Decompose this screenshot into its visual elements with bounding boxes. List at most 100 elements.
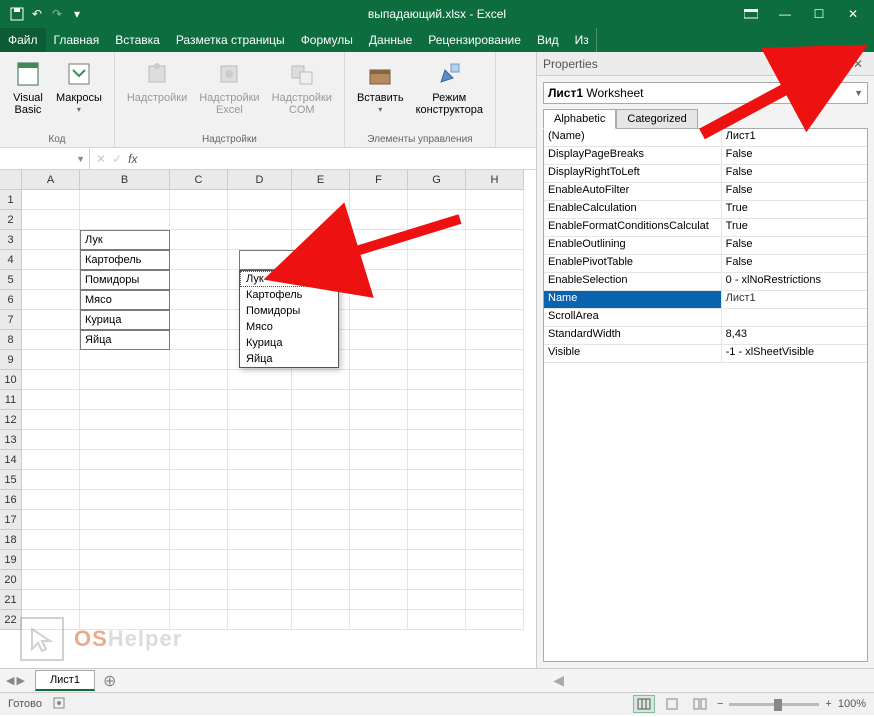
cell[interactable]	[466, 410, 524, 430]
cell[interactable]	[170, 410, 228, 430]
cell[interactable]	[408, 490, 466, 510]
tab-alphabetic[interactable]: Alphabetic	[543, 109, 616, 129]
cell[interactable]	[228, 410, 292, 430]
row-header[interactable]: 13	[0, 430, 22, 450]
cell[interactable]	[408, 530, 466, 550]
cell[interactable]	[466, 290, 524, 310]
cell[interactable]	[228, 490, 292, 510]
cell[interactable]	[170, 550, 228, 570]
property-row[interactable]: NameЛист1	[544, 291, 867, 309]
cell[interactable]	[22, 370, 80, 390]
column-header[interactable]: A	[22, 170, 80, 190]
column-header[interactable]: E	[292, 170, 350, 190]
cell[interactable]	[80, 570, 170, 590]
cell[interactable]	[408, 610, 466, 630]
cell[interactable]	[408, 470, 466, 490]
property-row[interactable]: DisplayPageBreaksFalse	[544, 147, 867, 165]
cell[interactable]	[170, 190, 228, 210]
property-row[interactable]: EnableSelection0 - xlNoRestrictions	[544, 273, 867, 291]
property-value[interactable]: False	[722, 165, 867, 182]
menu-page-layout[interactable]: Разметка страницы	[168, 28, 293, 52]
property-row[interactable]: EnablePivotTableFalse	[544, 255, 867, 273]
cell[interactable]	[228, 190, 292, 210]
data-cell[interactable]: Лук	[80, 230, 170, 250]
cell[interactable]	[228, 230, 292, 250]
cell[interactable]	[80, 370, 170, 390]
cell[interactable]	[228, 550, 292, 570]
cell[interactable]	[22, 450, 80, 470]
cell[interactable]	[22, 290, 80, 310]
row-header[interactable]: 22	[0, 610, 22, 630]
row-header[interactable]: 3	[0, 230, 22, 250]
column-header[interactable]: D	[228, 170, 292, 190]
cell[interactable]	[170, 390, 228, 410]
cell[interactable]	[408, 390, 466, 410]
menu-data[interactable]: Данные	[361, 28, 420, 52]
cell[interactable]	[466, 250, 524, 270]
row-header[interactable]: 5	[0, 270, 22, 290]
name-box[interactable]: ▼	[0, 148, 90, 169]
macros-button[interactable]: Макросы ▾	[52, 56, 106, 118]
row-header[interactable]: 14	[0, 450, 22, 470]
zoom-level[interactable]: 100%	[838, 698, 866, 710]
cell[interactable]	[80, 590, 170, 610]
property-row[interactable]: DisplayRightToLeftFalse	[544, 165, 867, 183]
cell[interactable]	[170, 590, 228, 610]
save-icon[interactable]	[8, 5, 26, 23]
cell[interactable]	[466, 430, 524, 450]
cell[interactable]	[292, 470, 350, 490]
cell[interactable]	[22, 570, 80, 590]
cell[interactable]	[466, 550, 524, 570]
cell[interactable]	[80, 610, 170, 630]
cell[interactable]	[350, 390, 408, 410]
cancel-formula-icon[interactable]: ✕	[96, 152, 106, 166]
cell[interactable]	[80, 390, 170, 410]
cell[interactable]	[350, 510, 408, 530]
property-value[interactable]: Лист1	[722, 129, 867, 146]
cell[interactable]	[350, 570, 408, 590]
redo-icon[interactable]: ↷	[48, 5, 66, 23]
row-header[interactable]: 15	[0, 470, 22, 490]
cell[interactable]	[466, 190, 524, 210]
column-header[interactable]: B	[80, 170, 170, 190]
cell[interactable]	[350, 250, 408, 270]
cell[interactable]	[80, 350, 170, 370]
cell[interactable]	[228, 390, 292, 410]
menu-formulas[interactable]: Формулы	[293, 28, 361, 52]
cell[interactable]	[350, 610, 408, 630]
zoom-slider[interactable]	[729, 703, 819, 706]
maximize-button[interactable]: ☐	[804, 3, 834, 25]
cell[interactable]	[80, 550, 170, 570]
cell[interactable]	[408, 370, 466, 390]
menu-view[interactable]: Вид	[529, 28, 567, 52]
cell[interactable]	[466, 210, 524, 230]
visual-basic-button[interactable]: Visual Basic	[8, 56, 48, 118]
design-mode-button[interactable]: Режим конструктора	[412, 56, 487, 118]
cell[interactable]	[350, 450, 408, 470]
data-cell[interactable]: Мясо	[80, 290, 170, 310]
cell[interactable]	[22, 270, 80, 290]
cell[interactable]	[466, 470, 524, 490]
cell[interactable]	[80, 490, 170, 510]
cell[interactable]	[466, 610, 524, 630]
row-header[interactable]: 4	[0, 250, 22, 270]
cell[interactable]	[466, 350, 524, 370]
cell[interactable]	[292, 530, 350, 550]
cell[interactable]	[292, 430, 350, 450]
excel-addins-button[interactable]: Надстройки Excel	[195, 56, 263, 118]
cell[interactable]	[292, 230, 350, 250]
cell[interactable]	[22, 590, 80, 610]
data-cell[interactable]: Картофель	[80, 250, 170, 270]
cell[interactable]	[466, 230, 524, 250]
cell[interactable]	[80, 530, 170, 550]
column-header[interactable]: H	[466, 170, 524, 190]
close-button[interactable]: ✕	[838, 3, 868, 25]
dropdown-arrow-icon[interactable]: ▾	[306, 251, 324, 269]
cell[interactable]	[80, 210, 170, 230]
tab-nav-prev-icon[interactable]: ◀	[6, 674, 14, 687]
property-value[interactable]: False	[722, 237, 867, 254]
cell[interactable]	[292, 590, 350, 610]
row-header[interactable]: 1	[0, 190, 22, 210]
cell[interactable]	[292, 610, 350, 630]
cell[interactable]	[170, 230, 228, 250]
